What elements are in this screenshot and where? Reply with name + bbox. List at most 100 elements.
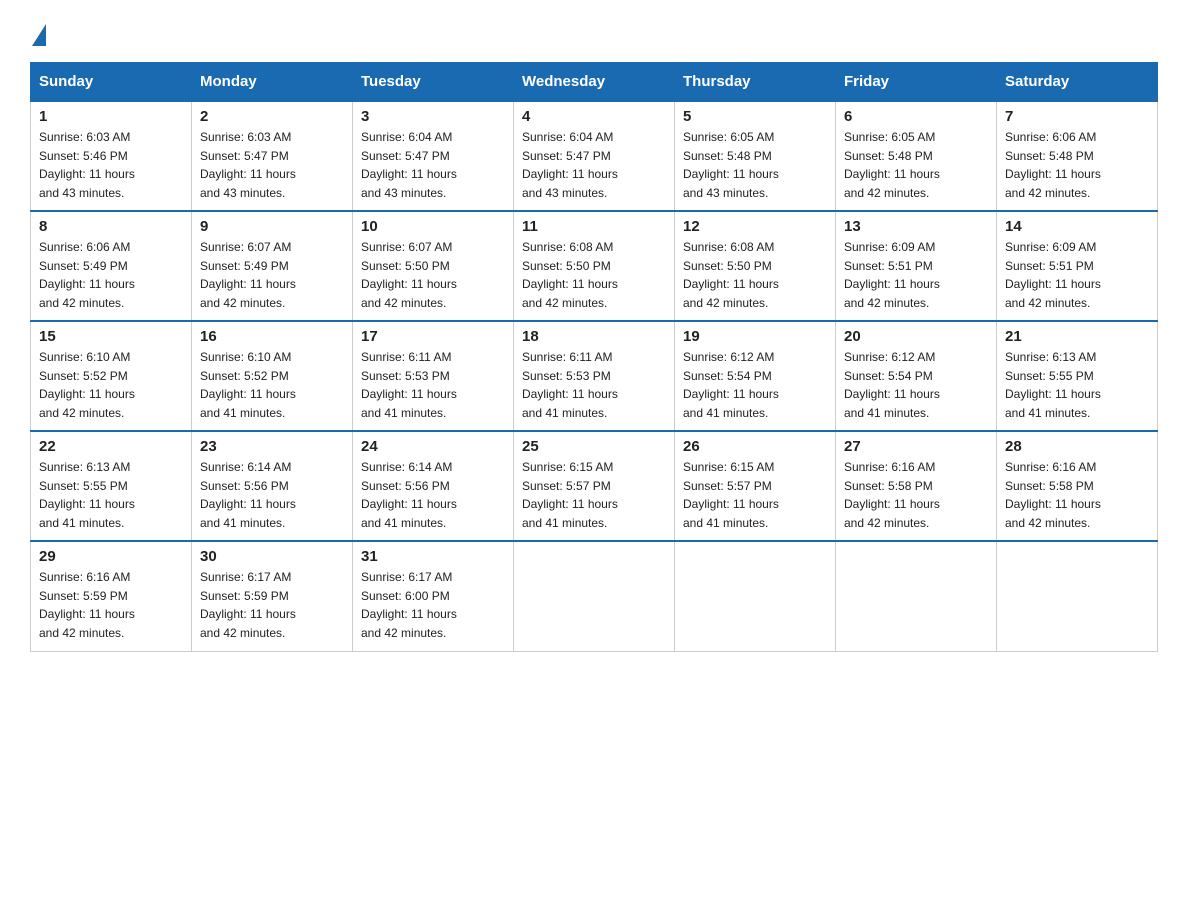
day-info: Sunrise: 6:15 AMSunset: 5:57 PMDaylight:…	[683, 458, 827, 532]
day-number: 11	[522, 218, 666, 235]
header-friday: Friday	[836, 63, 997, 102]
header-wednesday: Wednesday	[514, 63, 675, 102]
logo-triangle-icon	[32, 24, 46, 46]
logo	[30, 20, 46, 42]
day-info: Sunrise: 6:07 AMSunset: 5:49 PMDaylight:…	[200, 238, 344, 312]
day-number: 21	[1005, 328, 1149, 345]
day-number: 10	[361, 218, 505, 235]
day-info: Sunrise: 6:17 AMSunset: 5:59 PMDaylight:…	[200, 568, 344, 642]
calendar-cell: 18 Sunrise: 6:11 AMSunset: 5:53 PMDaylig…	[514, 321, 675, 431]
day-number: 27	[844, 438, 988, 455]
calendar-cell: 14 Sunrise: 6:09 AMSunset: 5:51 PMDaylig…	[997, 211, 1158, 321]
calendar-cell	[514, 541, 675, 651]
calendar-cell: 27 Sunrise: 6:16 AMSunset: 5:58 PMDaylig…	[836, 431, 997, 541]
day-number: 9	[200, 218, 344, 235]
day-info: Sunrise: 6:12 AMSunset: 5:54 PMDaylight:…	[683, 348, 827, 422]
day-number: 8	[39, 218, 183, 235]
header-sunday: Sunday	[31, 63, 192, 102]
day-number: 29	[39, 548, 183, 565]
day-info: Sunrise: 6:03 AMSunset: 5:46 PMDaylight:…	[39, 128, 183, 202]
calendar-cell: 4 Sunrise: 6:04 AMSunset: 5:47 PMDayligh…	[514, 101, 675, 211]
calendar-cell: 23 Sunrise: 6:14 AMSunset: 5:56 PMDaylig…	[192, 431, 353, 541]
header-saturday: Saturday	[997, 63, 1158, 102]
week-row-2: 8 Sunrise: 6:06 AMSunset: 5:49 PMDayligh…	[31, 211, 1158, 321]
calendar-cell: 22 Sunrise: 6:13 AMSunset: 5:55 PMDaylig…	[31, 431, 192, 541]
day-info: Sunrise: 6:08 AMSunset: 5:50 PMDaylight:…	[522, 238, 666, 312]
day-number: 14	[1005, 218, 1149, 235]
calendar-cell: 30 Sunrise: 6:17 AMSunset: 5:59 PMDaylig…	[192, 541, 353, 651]
calendar-cell: 25 Sunrise: 6:15 AMSunset: 5:57 PMDaylig…	[514, 431, 675, 541]
calendar-cell: 21 Sunrise: 6:13 AMSunset: 5:55 PMDaylig…	[997, 321, 1158, 431]
week-row-3: 15 Sunrise: 6:10 AMSunset: 5:52 PMDaylig…	[31, 321, 1158, 431]
calendar-cell: 8 Sunrise: 6:06 AMSunset: 5:49 PMDayligh…	[31, 211, 192, 321]
day-info: Sunrise: 6:10 AMSunset: 5:52 PMDaylight:…	[39, 348, 183, 422]
week-row-5: 29 Sunrise: 6:16 AMSunset: 5:59 PMDaylig…	[31, 541, 1158, 651]
calendar-cell: 1 Sunrise: 6:03 AMSunset: 5:46 PMDayligh…	[31, 101, 192, 211]
day-number: 6	[844, 108, 988, 125]
calendar-cell: 15 Sunrise: 6:10 AMSunset: 5:52 PMDaylig…	[31, 321, 192, 431]
day-number: 26	[683, 438, 827, 455]
day-number: 19	[683, 328, 827, 345]
header-monday: Monday	[192, 63, 353, 102]
calendar-cell: 20 Sunrise: 6:12 AMSunset: 5:54 PMDaylig…	[836, 321, 997, 431]
calendar-cell	[675, 541, 836, 651]
day-info: Sunrise: 6:11 AMSunset: 5:53 PMDaylight:…	[522, 348, 666, 422]
calendar-cell: 19 Sunrise: 6:12 AMSunset: 5:54 PMDaylig…	[675, 321, 836, 431]
calendar-cell: 16 Sunrise: 6:10 AMSunset: 5:52 PMDaylig…	[192, 321, 353, 431]
page-header	[30, 20, 1158, 42]
day-info: Sunrise: 6:16 AMSunset: 5:58 PMDaylight:…	[1005, 458, 1149, 532]
day-info: Sunrise: 6:05 AMSunset: 5:48 PMDaylight:…	[683, 128, 827, 202]
calendar-cell: 31 Sunrise: 6:17 AMSunset: 6:00 PMDaylig…	[353, 541, 514, 651]
day-number: 5	[683, 108, 827, 125]
day-info: Sunrise: 6:14 AMSunset: 5:56 PMDaylight:…	[361, 458, 505, 532]
day-info: Sunrise: 6:07 AMSunset: 5:50 PMDaylight:…	[361, 238, 505, 312]
day-number: 12	[683, 218, 827, 235]
day-info: Sunrise: 6:06 AMSunset: 5:49 PMDaylight:…	[39, 238, 183, 312]
day-number: 28	[1005, 438, 1149, 455]
calendar-cell: 26 Sunrise: 6:15 AMSunset: 5:57 PMDaylig…	[675, 431, 836, 541]
day-info: Sunrise: 6:03 AMSunset: 5:47 PMDaylight:…	[200, 128, 344, 202]
day-number: 2	[200, 108, 344, 125]
day-number: 25	[522, 438, 666, 455]
day-number: 13	[844, 218, 988, 235]
day-number: 3	[361, 108, 505, 125]
day-number: 17	[361, 328, 505, 345]
day-info: Sunrise: 6:05 AMSunset: 5:48 PMDaylight:…	[844, 128, 988, 202]
day-number: 4	[522, 108, 666, 125]
day-number: 20	[844, 328, 988, 345]
calendar-cell: 7 Sunrise: 6:06 AMSunset: 5:48 PMDayligh…	[997, 101, 1158, 211]
weekday-header-row: SundayMondayTuesdayWednesdayThursdayFrid…	[31, 63, 1158, 102]
calendar-cell: 29 Sunrise: 6:16 AMSunset: 5:59 PMDaylig…	[31, 541, 192, 651]
day-info: Sunrise: 6:14 AMSunset: 5:56 PMDaylight:…	[200, 458, 344, 532]
day-info: Sunrise: 6:06 AMSunset: 5:48 PMDaylight:…	[1005, 128, 1149, 202]
week-row-4: 22 Sunrise: 6:13 AMSunset: 5:55 PMDaylig…	[31, 431, 1158, 541]
calendar-cell: 28 Sunrise: 6:16 AMSunset: 5:58 PMDaylig…	[997, 431, 1158, 541]
week-row-1: 1 Sunrise: 6:03 AMSunset: 5:46 PMDayligh…	[31, 101, 1158, 211]
day-info: Sunrise: 6:08 AMSunset: 5:50 PMDaylight:…	[683, 238, 827, 312]
day-info: Sunrise: 6:11 AMSunset: 5:53 PMDaylight:…	[361, 348, 505, 422]
day-info: Sunrise: 6:09 AMSunset: 5:51 PMDaylight:…	[844, 238, 988, 312]
calendar-cell	[836, 541, 997, 651]
day-number: 22	[39, 438, 183, 455]
day-info: Sunrise: 6:04 AMSunset: 5:47 PMDaylight:…	[361, 128, 505, 202]
day-number: 31	[361, 548, 505, 565]
calendar-cell: 11 Sunrise: 6:08 AMSunset: 5:50 PMDaylig…	[514, 211, 675, 321]
calendar-table: SundayMondayTuesdayWednesdayThursdayFrid…	[30, 62, 1158, 652]
day-number: 15	[39, 328, 183, 345]
calendar-cell: 6 Sunrise: 6:05 AMSunset: 5:48 PMDayligh…	[836, 101, 997, 211]
day-info: Sunrise: 6:12 AMSunset: 5:54 PMDaylight:…	[844, 348, 988, 422]
day-number: 7	[1005, 108, 1149, 125]
day-info: Sunrise: 6:04 AMSunset: 5:47 PMDaylight:…	[522, 128, 666, 202]
day-info: Sunrise: 6:17 AMSunset: 6:00 PMDaylight:…	[361, 568, 505, 642]
calendar-cell: 5 Sunrise: 6:05 AMSunset: 5:48 PMDayligh…	[675, 101, 836, 211]
day-number: 23	[200, 438, 344, 455]
calendar-cell	[997, 541, 1158, 651]
header-tuesday: Tuesday	[353, 63, 514, 102]
day-number: 30	[200, 548, 344, 565]
calendar-cell: 2 Sunrise: 6:03 AMSunset: 5:47 PMDayligh…	[192, 101, 353, 211]
day-number: 18	[522, 328, 666, 345]
calendar-cell: 9 Sunrise: 6:07 AMSunset: 5:49 PMDayligh…	[192, 211, 353, 321]
day-number: 24	[361, 438, 505, 455]
day-number: 16	[200, 328, 344, 345]
calendar-cell: 24 Sunrise: 6:14 AMSunset: 5:56 PMDaylig…	[353, 431, 514, 541]
